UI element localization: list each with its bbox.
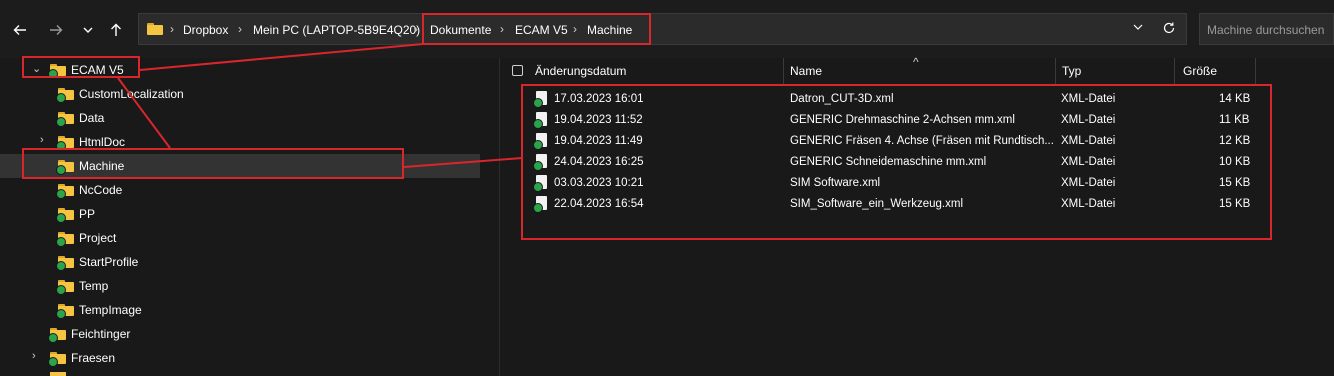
tree-item-label: HtmlDoc [79,135,126,149]
highlight-box-file-list [521,84,1272,240]
tree-item-nccode[interactable]: NcCode [0,178,480,202]
tree-item-data[interactable]: Data [0,106,480,130]
search-box[interactable]: Machine durchsuchen [1199,13,1334,45]
tree-item-label: TempImage [79,303,142,317]
highlight-box-ecam-v5 [22,56,140,78]
chevron-down-icon [83,27,93,33]
tree-item-label: Temp [79,279,109,293]
tree-item-feichtinger[interactable]: Feichtinger [0,322,480,346]
tree-item-temp[interactable]: Temp [0,274,480,298]
tree-item-label: PP [79,207,96,221]
highlight-box-machine [22,148,404,179]
tree-item-startprofile[interactable]: StartProfile [0,250,480,274]
up-arrow-icon [111,23,121,36]
folder-icon [48,352,66,367]
back-arrow-icon [13,25,26,35]
column-divider[interactable] [1174,58,1175,84]
recent-locations-button[interactable] [76,18,100,42]
tree-item-label: StartProfile [79,255,139,269]
sort-indicator-icon: ^ [913,55,919,69]
tree-item-customlocalization[interactable]: CustomLocalization [0,82,480,106]
column-divider[interactable] [783,58,784,84]
address-bar[interactable]: › Dropbox › Mein PC (LAPTOP-5B9E4Q20) › … [138,13,1187,45]
chevron-right-icon: › [170,22,174,36]
column-divider[interactable] [1255,58,1256,84]
tree-item-project[interactable]: Project [0,226,480,250]
breadcrumb-mein-pc[interactable]: Mein PC (LAPTOP-5B9E4Q20) [253,23,420,37]
folder-icon [56,280,74,295]
folder-icon [48,328,66,343]
column-header-name[interactable]: Name [790,64,822,78]
chevron-down-icon [1133,24,1143,30]
column-divider[interactable] [1055,58,1056,84]
folder-icon [56,304,74,319]
chevron-right-icon: › [414,22,418,36]
back-button[interactable] [8,18,32,42]
highlight-box-breadcrumb [422,13,651,45]
tree-item-label: CustomLocalization [79,87,184,101]
column-header-date[interactable]: Änderungsdatum [535,64,626,78]
chevron-right-icon[interactable]: › [32,350,36,362]
column-header-size[interactable]: Größe [1183,64,1217,78]
tree-item-label: Fraesen [71,351,116,365]
tree-item-pp[interactable]: PP [0,202,480,226]
folder-icon [50,372,66,376]
folder-icon [147,23,163,35]
folder-icon [56,112,74,127]
tree-item-label: Project [79,231,117,245]
refresh-button[interactable] [1162,21,1176,38]
breadcrumb-dropbox[interactable]: Dropbox [183,23,228,37]
folder-icon [56,232,74,247]
folder-icon [56,136,74,151]
tree-item-label: Feichtinger [71,327,131,341]
folder-icon [56,88,74,103]
tree-item-label: Data [79,111,105,125]
folder-icon [56,184,74,199]
tree-item-label: NcCode [79,183,123,197]
chevron-right-icon[interactable]: › [40,134,44,146]
chevron-right-icon: › [238,22,242,36]
column-headers: Änderungsdatum Name ^ Typ Größe [500,55,1334,82]
tree-item-tempimage[interactable]: TempImage [0,298,480,322]
pane-divider[interactable] [499,58,500,376]
address-history-dropdown[interactable] [1132,21,1144,36]
forward-button[interactable] [44,18,68,42]
folder-icon [56,256,74,271]
search-input[interactable]: Machine durchsuchen [1207,23,1324,37]
tree-item-fraesen[interactable]: › Fraesen [0,346,480,370]
refresh-icon [1163,22,1175,34]
up-button[interactable] [104,18,128,42]
column-header-type[interactable]: Typ [1062,64,1081,78]
forward-arrow-icon [50,25,63,35]
folder-icon [56,208,74,223]
